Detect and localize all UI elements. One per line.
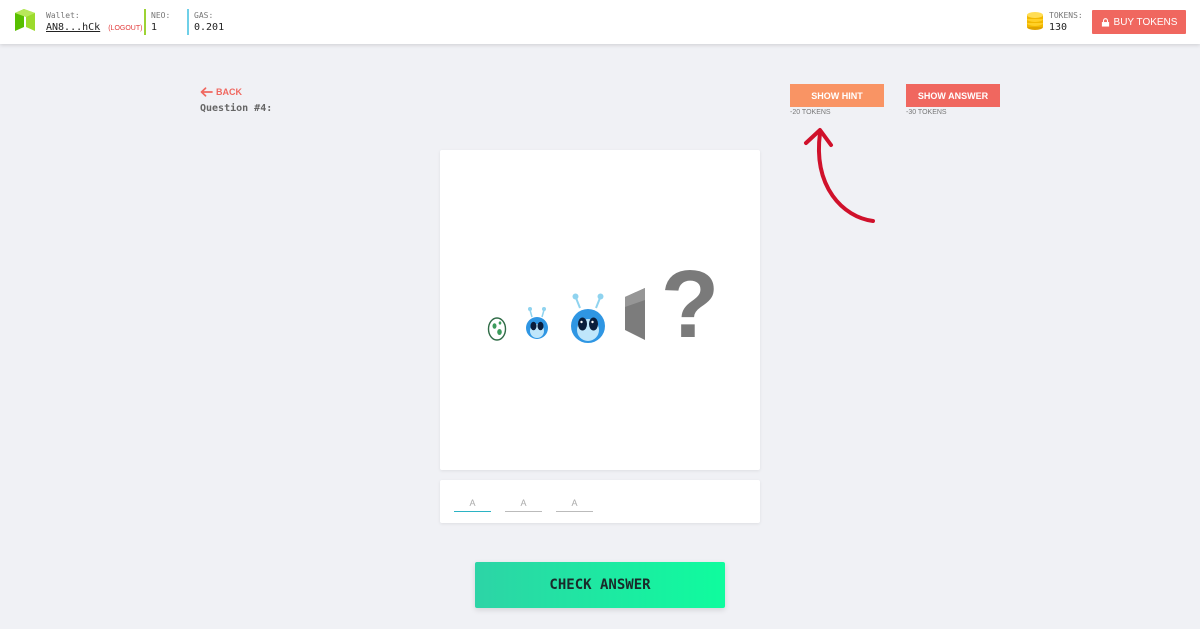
buy-tokens-button[interactable]: BUY TOKENS <box>1092 10 1186 34</box>
answer-letter-input[interactable] <box>505 494 542 512</box>
show-hint-button[interactable]: SHOW HINT <box>790 84 884 107</box>
answer-letter-input[interactable] <box>454 494 491 512</box>
top-bar: Wallet: AN8...hCk (LOGOUT) NEO: 1 GAS: 0… <box>0 0 1200 44</box>
gas-value: 0.201 <box>194 22 225 33</box>
show-answer-button[interactable]: SHOW ANSWER <box>906 84 1000 107</box>
tokens-value: 130 <box>1049 22 1068 33</box>
puzzle-card: ? <box>440 150 760 470</box>
neo-value: 1 <box>151 22 158 33</box>
check-answer-button[interactable]: CHECK ANSWER <box>475 562 725 608</box>
neo-caption: NEO: <box>151 11 171 20</box>
back-label: BACK <box>216 87 242 97</box>
neo-balance: NEO: 1 <box>144 9 170 35</box>
wallet-address[interactable]: AN8...hCk <box>46 22 100 33</box>
question-mark-icon: ? <box>661 251 720 358</box>
answer-input-row <box>440 480 760 523</box>
gray-block-icon <box>625 288 645 340</box>
wallet-caption: Wallet: <box>46 11 80 20</box>
answer-letter-input[interactable] <box>556 494 593 512</box>
egg-icon <box>487 317 507 341</box>
small-alien-icon <box>526 307 548 339</box>
back-link[interactable]: BACK <box>200 87 242 97</box>
question-title: Question #4: <box>200 103 273 114</box>
tokens-caption: TOKENS: <box>1049 11 1083 20</box>
neo-logo-icon <box>15 9 35 31</box>
answer-cost: -30 TOKENS <box>906 109 947 116</box>
token-balance: TOKENS: 130 <box>1049 11 1083 35</box>
gas-balance: GAS: 0.201 <box>187 9 224 35</box>
gas-caption: GAS: <box>194 11 214 20</box>
puzzle-image: ? <box>487 251 720 358</box>
curved-arrow-icon <box>804 128 875 223</box>
alien-icon <box>571 293 605 343</box>
wallet-info: Wallet: AN8...hCk (LOGOUT) <box>46 11 142 36</box>
coins-icon <box>1027 12 1043 30</box>
arrow-left-icon <box>200 87 213 97</box>
logout-link[interactable]: (LOGOUT) <box>108 25 142 32</box>
lock-icon <box>1101 17 1109 27</box>
buy-tokens-label: BUY TOKENS <box>1113 16 1178 28</box>
